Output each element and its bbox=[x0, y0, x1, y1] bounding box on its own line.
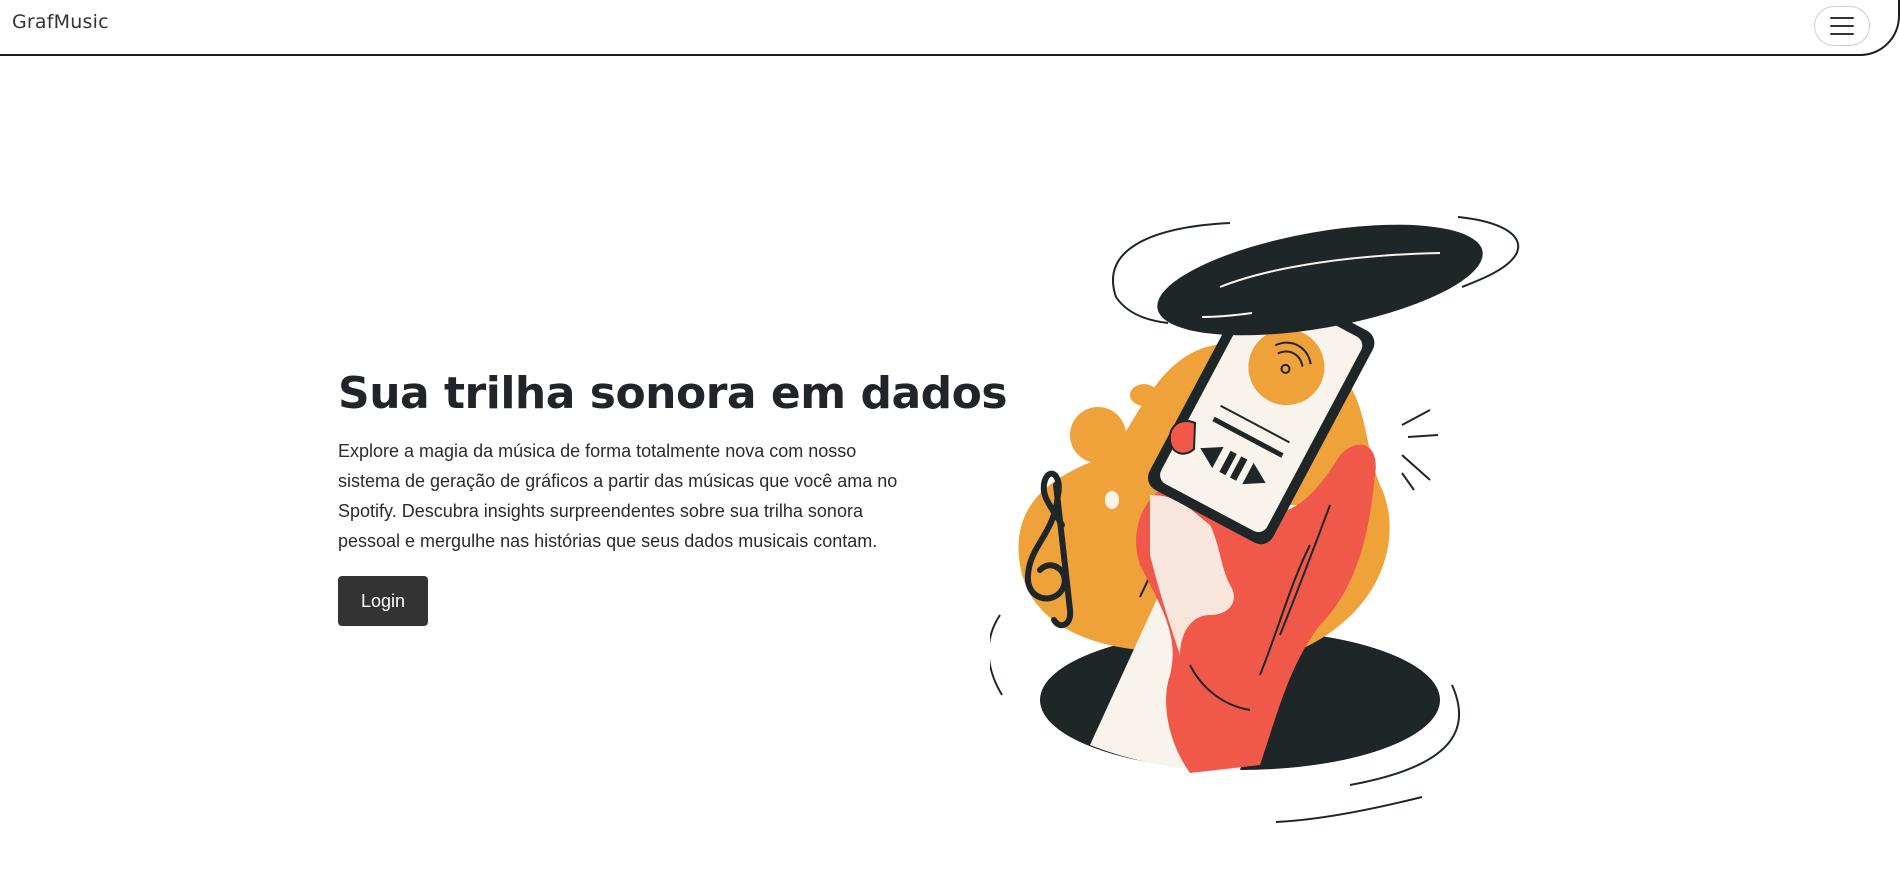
vibration-line bbox=[1401, 454, 1431, 481]
hero-title: Sua trilha sonora em dados bbox=[338, 368, 1008, 419]
vibration-line bbox=[1407, 434, 1439, 438]
hand-holding-phone-music-illustration bbox=[990, 216, 1520, 823]
swirl-line bbox=[1275, 796, 1423, 823]
hero-description: Explore a magia da música de forma total… bbox=[338, 441, 898, 552]
hamburger-menu-icon bbox=[1830, 17, 1854, 19]
orange-dot bbox=[1070, 407, 1126, 463]
login-button[interactable]: Login bbox=[338, 576, 428, 627]
cream-dot bbox=[1105, 491, 1119, 509]
swirl-line bbox=[990, 614, 1003, 696]
brand-link[interactable]: GrafMusic bbox=[12, 11, 109, 33]
thumb bbox=[1168, 420, 1197, 455]
vibration-line bbox=[1401, 472, 1415, 491]
navbar: GrafMusic bbox=[0, 0, 1900, 56]
vibration-line bbox=[1401, 409, 1431, 426]
orange-dot bbox=[1130, 384, 1158, 406]
menu-toggle-button[interactable] bbox=[1814, 6, 1870, 46]
hero-section: Sua trilha sonora em dados Explore a mag… bbox=[338, 368, 1008, 627]
